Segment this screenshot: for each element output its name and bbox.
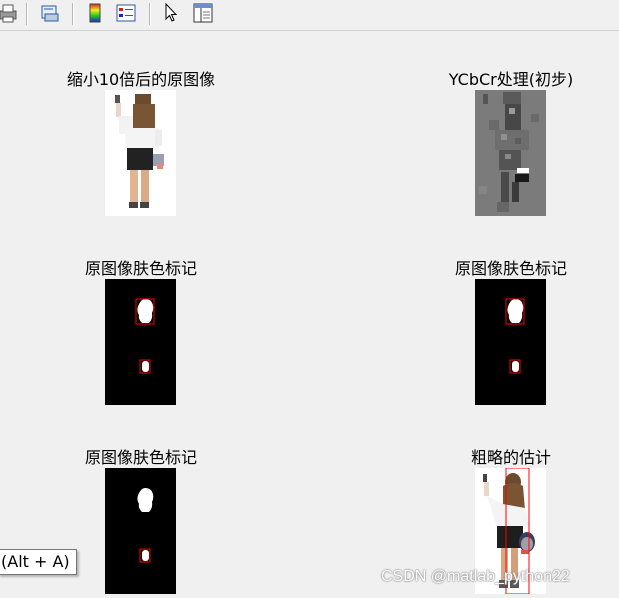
figure-title-rough-estimate: 粗略的估计 <box>470 448 552 467</box>
image-skin-mask-2 <box>475 279 546 405</box>
print-button[interactable] <box>0 0 20 26</box>
colorbar-icon <box>89 3 101 23</box>
figure-title-shrunk-original: 缩小10倍后的原图像 <box>66 70 216 89</box>
legend-icon <box>116 4 136 22</box>
print-preview-icon <box>41 5 59 22</box>
image-skin-mask-3 <box>105 468 176 594</box>
figure-toolbar <box>0 0 619 31</box>
image-skin-mask-1 <box>105 279 176 405</box>
property-editor-icon <box>193 3 213 23</box>
colorbar-button[interactable] <box>83 0 107 26</box>
pointer-icon <box>165 2 178 22</box>
image-shrunk-original <box>105 90 176 216</box>
watermark: CSDN @matlab_python22 <box>381 568 570 585</box>
legend-button[interactable] <box>114 0 138 26</box>
print-icon <box>0 4 17 23</box>
shortcut-tooltip: (Alt + A) <box>0 549 77 575</box>
edit-plot-button[interactable] <box>159 0 183 26</box>
image-ycbcr <box>475 90 546 216</box>
print-preview-button[interactable] <box>38 0 62 26</box>
figure-title-skin-mark-1: 原图像肤色标记 <box>84 259 198 278</box>
property-editor-button[interactable] <box>191 0 215 26</box>
figure-title-skin-mark-3: 原图像肤色标记 <box>84 448 198 467</box>
figure-title-skin-mark-2: 原图像肤色标记 <box>454 259 568 278</box>
figure-title-ycbcr: YCbCr处理(初步) <box>448 70 574 89</box>
